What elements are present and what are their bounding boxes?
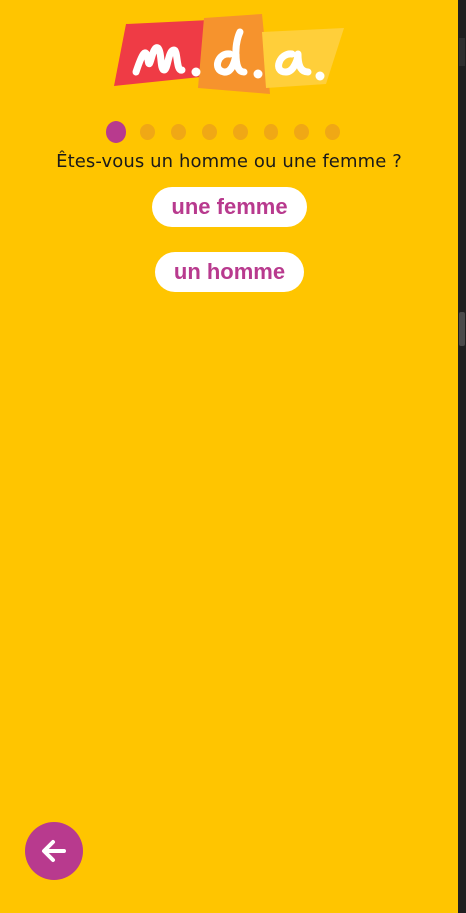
- progress-dot: [325, 124, 341, 140]
- progress-dot: [263, 124, 279, 140]
- progress-dot: [140, 124, 156, 140]
- progress-dot: [294, 124, 310, 140]
- progress-dot-active: [106, 121, 127, 143]
- progress-dot: [171, 124, 186, 140]
- progress-dot: [201, 124, 217, 140]
- question-text: Êtes-vous un homme ou une femme ?: [56, 151, 402, 172]
- answer-femme-button[interactable]: une femme: [152, 187, 307, 227]
- answer-homme-button[interactable]: un homme: [155, 252, 304, 292]
- scrollbar-top-region: [459, 38, 465, 66]
- progress-dots: [106, 121, 356, 143]
- questionnaire-page: Êtes-vous un homme ou une femme ? une fe…: [0, 0, 458, 913]
- scrollbar[interactable]: [458, 0, 466, 913]
- scrollbar-thumb[interactable]: [459, 312, 465, 346]
- back-button[interactable]: [25, 822, 83, 880]
- arrow-left-icon: [42, 840, 66, 862]
- mda-logo: [114, 14, 344, 94]
- progress-dot: [232, 124, 248, 140]
